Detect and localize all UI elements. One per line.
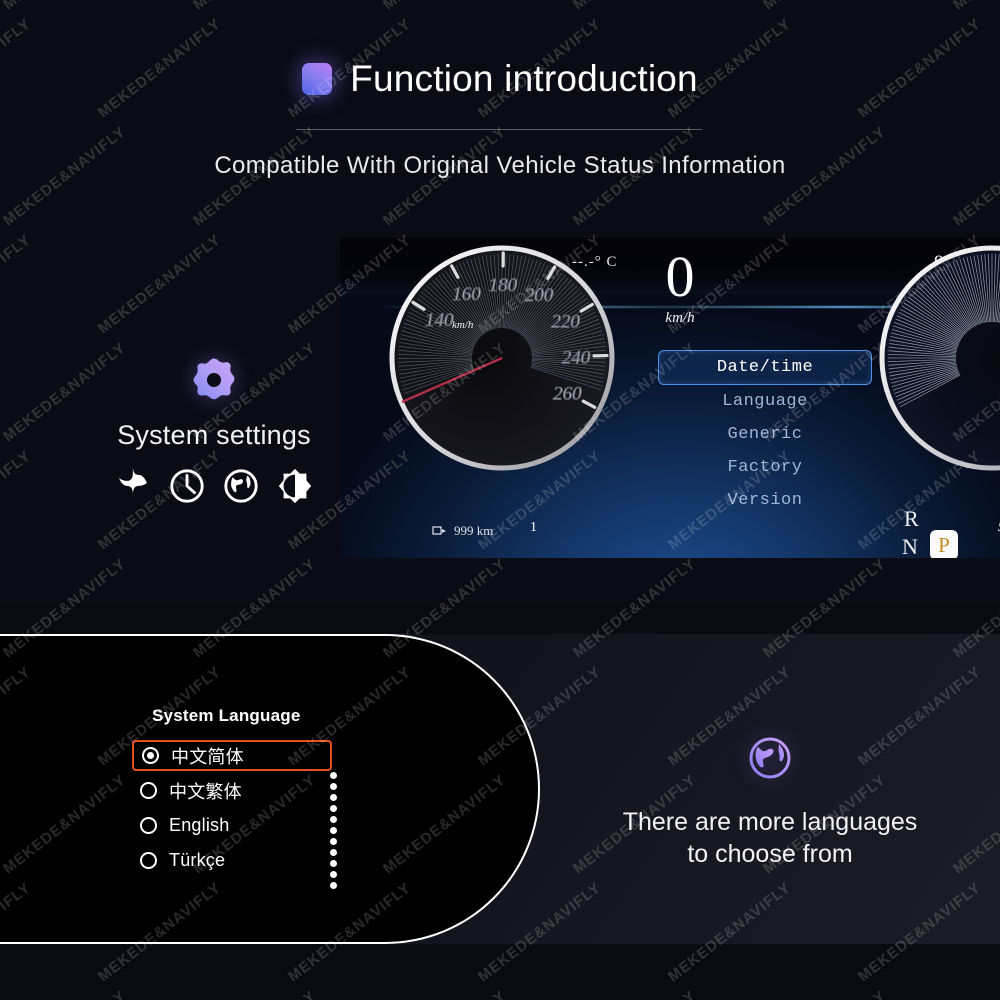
system-settings-label: System settings [117, 420, 311, 450]
gear-r-label: R [904, 506, 919, 531]
function-introduction-section: Function introduction Compatible With Or… [0, 0, 1000, 602]
scroll-dot [330, 838, 337, 845]
globe-icon [600, 734, 940, 782]
scroll-dot [330, 794, 337, 801]
watermark-text: MEKEDE&NAVIFLY [950, 987, 1000, 1000]
language-options-list[interactable]: 中文简体 中文繁体 English Türkçe [132, 740, 332, 880]
menu-item-generic[interactable]: Generic [658, 418, 872, 451]
speedometer-gauge: 140 160 180 200 220 240 260 km/h [389, 245, 615, 471]
scroll-dot [330, 882, 337, 889]
language-panel: System Language 中文简体 中文繁体 English Türkçe [0, 634, 540, 944]
scroll-dot [330, 816, 337, 823]
odometer: 999 km [432, 523, 493, 539]
scroll-dot [330, 827, 337, 834]
page-title-row: Function introduction [0, 58, 1000, 100]
scroll-dot [330, 772, 337, 779]
gear-n-label: N [902, 534, 918, 558]
watermark-text: MEKEDE&NAVIFLY [380, 987, 509, 1000]
cluster-settings-menu[interactable]: Date/time Language Generic Factory Versi… [658, 350, 872, 517]
scroll-dot [330, 783, 337, 790]
scroll-dot [330, 860, 337, 867]
settings-feature-icons [92, 467, 336, 505]
language-option-label: Türkçe [169, 850, 226, 870]
language-scrollbar[interactable] [330, 772, 337, 889]
speedo-tick-label: 240 [562, 347, 591, 368]
speedo-tick-label: 160 [452, 284, 481, 305]
odometer-value: 999 km [454, 523, 494, 538]
svg-text:km/h: km/h [452, 319, 474, 331]
menu-item-version[interactable]: Version [658, 484, 872, 517]
language-option-turkce[interactable]: Türkçe [132, 845, 332, 876]
radio-icon[interactable] [140, 782, 157, 799]
speedo-tick-label: 260 [553, 384, 582, 405]
grid-apps-icon [118, 467, 147, 495]
globe-icon [224, 469, 258, 503]
fuel-pump-icon [432, 526, 446, 535]
clock-icon [170, 469, 204, 503]
page-subtitle: Compatible With Original Vehicle Status … [214, 152, 786, 179]
language-option-label: 中文繁体 [169, 781, 242, 802]
instrument-cluster-image: --.-° C 9:55 AM 0 km/h [340, 238, 1000, 558]
menu-item-factory[interactable]: Factory [658, 451, 872, 484]
language-option-zh-tw[interactable]: 中文繁体 [132, 775, 332, 806]
gradient-square-icon [302, 63, 333, 95]
watermark-text: MEKEDE&NAVIFLY [570, 987, 699, 1000]
language-option-english[interactable]: English [132, 810, 332, 841]
language-info-block: There are more languages to choose from [600, 734, 940, 870]
gear-p-selected: P [930, 530, 958, 558]
scroll-dot [330, 871, 337, 878]
speedo-tick-label: 140 [425, 310, 454, 331]
speedo-tick-label: 180 [489, 275, 518, 296]
language-message: There are more languages to choose from [600, 806, 940, 870]
watermark-text: MEKEDE&NAVIFLY [760, 987, 889, 1000]
radio-icon[interactable] [140, 852, 157, 869]
watermark-text: MEKEDE&NAVIFLY [190, 987, 319, 1000]
speedo-tick-label: 220 [551, 311, 580, 332]
page-title: Function introduction [350, 58, 698, 99]
watermark-text: MEKEDE&NAVIFLY [0, 987, 129, 1000]
brightness-icon [278, 468, 312, 504]
radio-icon[interactable] [140, 817, 157, 834]
language-panel-title: System Language [152, 706, 301, 725]
language-option-zh-cn[interactable]: 中文简体 [132, 740, 332, 771]
radio-icon-selected[interactable] [142, 747, 159, 764]
language-option-label: 中文简体 [171, 746, 244, 767]
tachometer-gauge [879, 245, 1000, 471]
scroll-dot [330, 805, 337, 812]
language-message-line1: There are more languages [622, 808, 918, 836]
title-divider [296, 129, 702, 130]
gear-icon [92, 352, 336, 408]
tach-min-label: 1 [530, 520, 537, 535]
language-selection-section: System Language 中文简体 中文繁体 English Türkçe [0, 634, 1000, 944]
scroll-dot [330, 849, 337, 856]
language-message-line2: to choose from [687, 840, 853, 868]
menu-item-date-time[interactable]: Date/time [658, 350, 872, 385]
speedo-tick-label: 200 [525, 285, 554, 306]
language-option-label: English [169, 815, 230, 835]
menu-item-language[interactable]: Language [658, 385, 872, 418]
system-settings-block: System settings [92, 352, 336, 505]
